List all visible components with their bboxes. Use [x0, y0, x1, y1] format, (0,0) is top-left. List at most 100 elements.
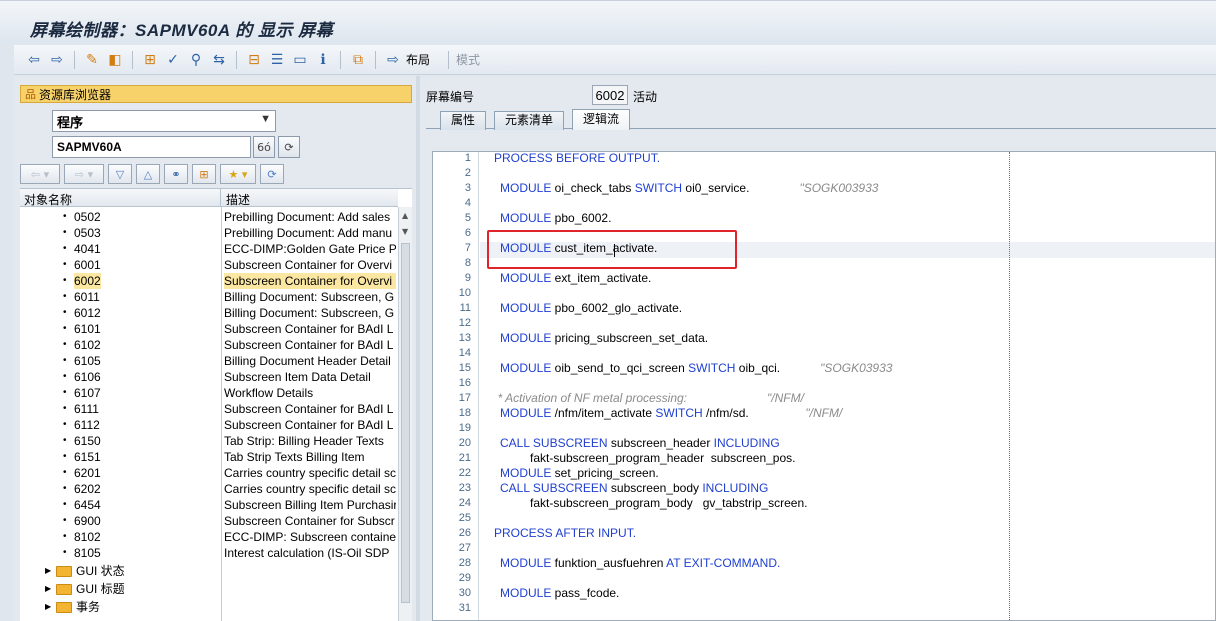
tree-row[interactable]: • 6102 Subscreen Container for BAdI L [20, 337, 398, 353]
screen-number: 6001 [74, 258, 101, 272]
screen-number: 4041 [74, 242, 101, 256]
code-keyword: CALL SUBSCREEN [500, 436, 608, 450]
object-name-input[interactable]: SAPMV60A [52, 136, 251, 158]
tree-row[interactable]: • 6454 Subscreen Billing Item Purchasir [20, 497, 398, 513]
refresh-icon[interactable]: ⟳ [260, 164, 284, 184]
tree-row[interactable]: • 6105 Billing Document Header Detail [20, 353, 398, 369]
code-comment: "/NFM/ [748, 406, 843, 420]
code-line[interactable]: fakt-subscreen_program_header subscreen_… [530, 451, 796, 465]
code-line[interactable]: MODULE ext_item_activate. [500, 271, 651, 285]
code-line[interactable]: CALL SUBSCREEN subscreen_header INCLUDIN… [500, 436, 780, 450]
code-line[interactable]: MODULE funktion_ausfuehren AT EXIT-COMMA… [500, 556, 780, 570]
tree-row[interactable]: • 6107 Workflow Details [20, 385, 398, 401]
tree-scrollbar[interactable]: ▲ ▼ [398, 207, 412, 621]
expand-all-icon[interactable]: ▽ [108, 164, 132, 184]
tree-folder[interactable]: ▶ GUI 状态 [20, 563, 220, 579]
tree-row[interactable]: • 6900 Subscreen Container for Subscr [20, 513, 398, 529]
tree-row[interactable]: • 6150 Tab Strip: Billing Header Texts [20, 433, 398, 449]
test-icon[interactable]: ⧉ [348, 50, 368, 70]
binoculars-icon[interactable]: ⚭ [164, 164, 188, 184]
screen-description: Subscreen Container for Overvi [224, 273, 396, 289]
tree-row[interactable]: • 6111 Subscreen Container for BAdI L [20, 401, 398, 417]
tree-row[interactable]: • 6201 Carries country specific detail sc [20, 465, 398, 481]
tree-row[interactable]: • 6151 Tab Strip Texts Billing Item [20, 449, 398, 465]
code-line[interactable]: MODULE oib_send_to_qci_screen SWITCH oib… [500, 361, 892, 375]
expand-triangle-icon[interactable]: ▶ [45, 581, 51, 597]
line-number: 2 [464, 167, 471, 179]
refresh-object-button[interactable]: ⟳ [278, 136, 300, 158]
tree-row[interactable]: • 6112 Subscreen Container for BAdI L [20, 417, 398, 433]
previous-object-button[interactable]: ⇦ ▾ [20, 164, 60, 184]
expand-triangle-icon[interactable]: ▶ [45, 563, 51, 579]
screen-number-field: 6002 [592, 85, 628, 105]
scrollbar-thumb[interactable] [401, 243, 410, 603]
info-icon[interactable]: ℹ [313, 50, 333, 70]
code-keyword: MODULE [500, 331, 552, 345]
tree-row[interactable]: • 6202 Carries country specific detail sc [20, 481, 398, 497]
forward-arrow-icon[interactable]: ⇨ [47, 50, 67, 70]
code-token: subscreen_header [607, 436, 714, 450]
tree-row[interactable]: • 6011 Billing Document: Subscreen, G [20, 289, 398, 305]
code-line[interactable]: MODULE pricing_subscreen_set_data. [500, 331, 708, 345]
column-header-description[interactable]: 描述 [226, 191, 250, 208]
element-list-icon[interactable]: ⊟ [244, 50, 264, 70]
tree-row[interactable]: • 8102 ECC-DIMP: Subscreen container [20, 529, 398, 545]
hierarchy-icon[interactable]: ⊞ [192, 164, 216, 184]
object-type-select[interactable]: 程序 ▼ [52, 110, 276, 132]
tree-row[interactable]: • 6001 Subscreen Container for Overvi [20, 257, 398, 273]
favorites-star-icon[interactable]: ★ ▾ [220, 164, 256, 184]
tree-row[interactable]: • 6101 Subscreen Container for BAdI L [20, 321, 398, 337]
tab-flow-logic[interactable]: 逻辑流 [572, 109, 631, 130]
tree-folder[interactable]: ▶ 事务 [20, 599, 220, 615]
tree-row[interactable]: • 8105 Interest calculation (IS-Oil SDP [20, 545, 398, 561]
hierarchy-icon[interactable]: ⊞ [140, 50, 160, 70]
column-header-object-name[interactable]: 对象名称 [24, 191, 72, 208]
code-line[interactable]: CALL SUBSCREEN subscreen_body INCLUDING [500, 481, 768, 495]
tab-element-list[interactable]: 元素清单 [494, 111, 565, 130]
tree-row[interactable]: • 6012 Billing Document: Subscreen, G [20, 305, 398, 321]
glasses-display-button[interactable]: 6ó [253, 136, 275, 158]
tab-attributes[interactable]: 属性 [440, 111, 487, 130]
tree-bullet-icon: • [63, 499, 67, 510]
code-token: pass_fcode. [551, 586, 620, 600]
code-line[interactable]: MODULE pass_fcode. [500, 586, 619, 600]
tree-row[interactable]: • 6106 Subscreen Item Data Detail [20, 369, 398, 385]
code-line[interactable]: * Activation of NF metal processing: "/N… [498, 391, 804, 405]
code-token: oi_check_tabs [551, 181, 635, 195]
code-line[interactable]: MODULE oi_check_tabs SWITCH oi0_service.… [500, 181, 878, 195]
code-line[interactable]: PROCESS BEFORE OUTPUT. [494, 152, 660, 165]
next-object-button[interactable]: ⇨ ▾ [64, 164, 104, 184]
other-object-icon[interactable]: ◧ [105, 50, 125, 70]
layout-button-label: 布局 [406, 53, 431, 67]
code-line[interactable]: MODULE pbo_6002. [500, 211, 611, 225]
layout-button[interactable]: ⇨ 布局 [383, 50, 430, 70]
tree-folder[interactable]: ▶ GUI 标题 [20, 581, 220, 597]
repository-browser-header[interactable]: 品 资源库浏览器 [20, 85, 412, 103]
code-line[interactable]: MODULE /nfm/item_activate SWITCH /nfm/sd… [500, 406, 842, 420]
code-line[interactable]: MODULE set_pricing_screen. [500, 466, 659, 480]
back-arrow-icon[interactable]: ⇦ [24, 50, 44, 70]
screen-icon[interactable]: ▭ [290, 50, 310, 70]
expand-triangle-icon[interactable]: ▶ [45, 599, 51, 615]
code-line[interactable]: MODULE pbo_6002_glo_activate. [500, 301, 682, 315]
where-used-icon[interactable]: ⇆ [209, 50, 229, 70]
screen-number: 6202 [74, 482, 101, 496]
check-icon[interactable]: ✓ [163, 50, 183, 70]
mode-button[interactable]: 模式 [456, 51, 480, 68]
tree-row[interactable]: • 0502 Prebilling Document: Add sales [20, 209, 398, 225]
tree-bullet-icon: • [63, 435, 67, 446]
scroll-down-icon[interactable]: ▼ [402, 227, 408, 236]
display-change-icon[interactable]: ✎ [82, 50, 102, 70]
activate-icon[interactable]: ⚲ [186, 50, 206, 70]
scroll-up-icon[interactable]: ▲ [402, 211, 408, 220]
flow-logic-editor[interactable]: 1 2 3 4 5 6 7 8 9 10 11 12 13 14 15 16 17 18 19 20 21 22 23 24 2… [432, 151, 1216, 621]
chevron-down-icon[interactable]: ▼ [260, 113, 271, 125]
screen-number: 6150 [74, 434, 101, 448]
collapse-all-icon[interactable]: △ [136, 164, 160, 184]
tree-row[interactable]: • 6002 Subscreen Container for Overvi [20, 273, 398, 289]
tree-row[interactable]: • 4041 ECC-DIMP:Golden Gate Price Pr [20, 241, 398, 257]
tree-row[interactable]: • 0503 Prebilling Document: Add manu [20, 225, 398, 241]
layout-icon[interactable]: ☰ [267, 50, 287, 70]
code-line[interactable]: PROCESS AFTER INPUT. [494, 526, 636, 540]
code-line[interactable]: fakt-subscreen_program_body gv_tabstrip_… [530, 496, 807, 510]
